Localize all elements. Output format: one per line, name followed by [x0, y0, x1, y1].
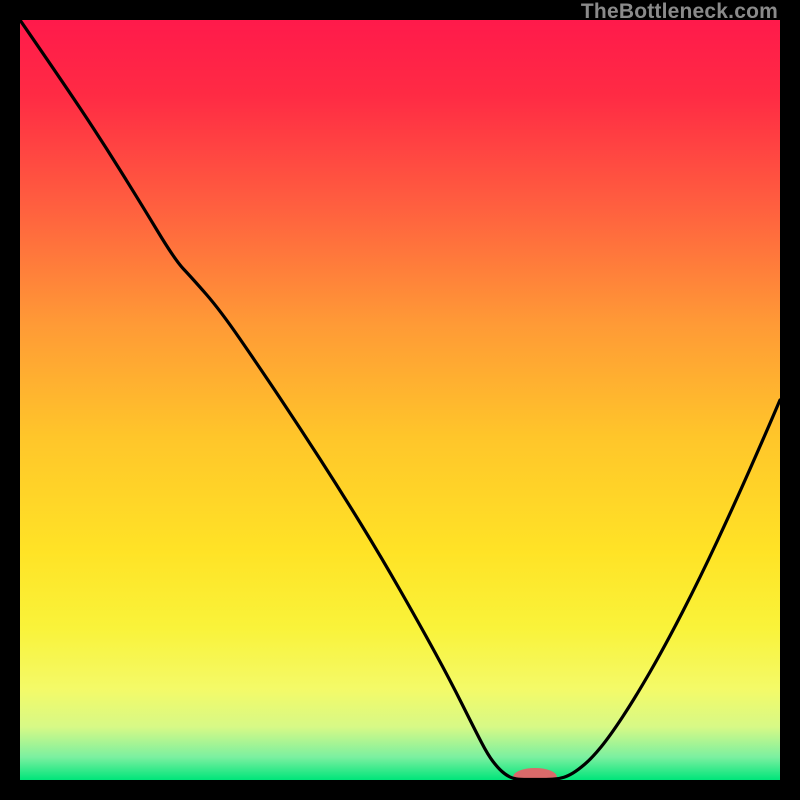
plot-area — [20, 20, 780, 780]
watermark-text: TheBottleneck.com — [581, 0, 778, 24]
chart-frame: TheBottleneck.com — [0, 0, 800, 800]
bottleneck-chart — [20, 20, 780, 780]
gradient-background — [20, 20, 780, 780]
